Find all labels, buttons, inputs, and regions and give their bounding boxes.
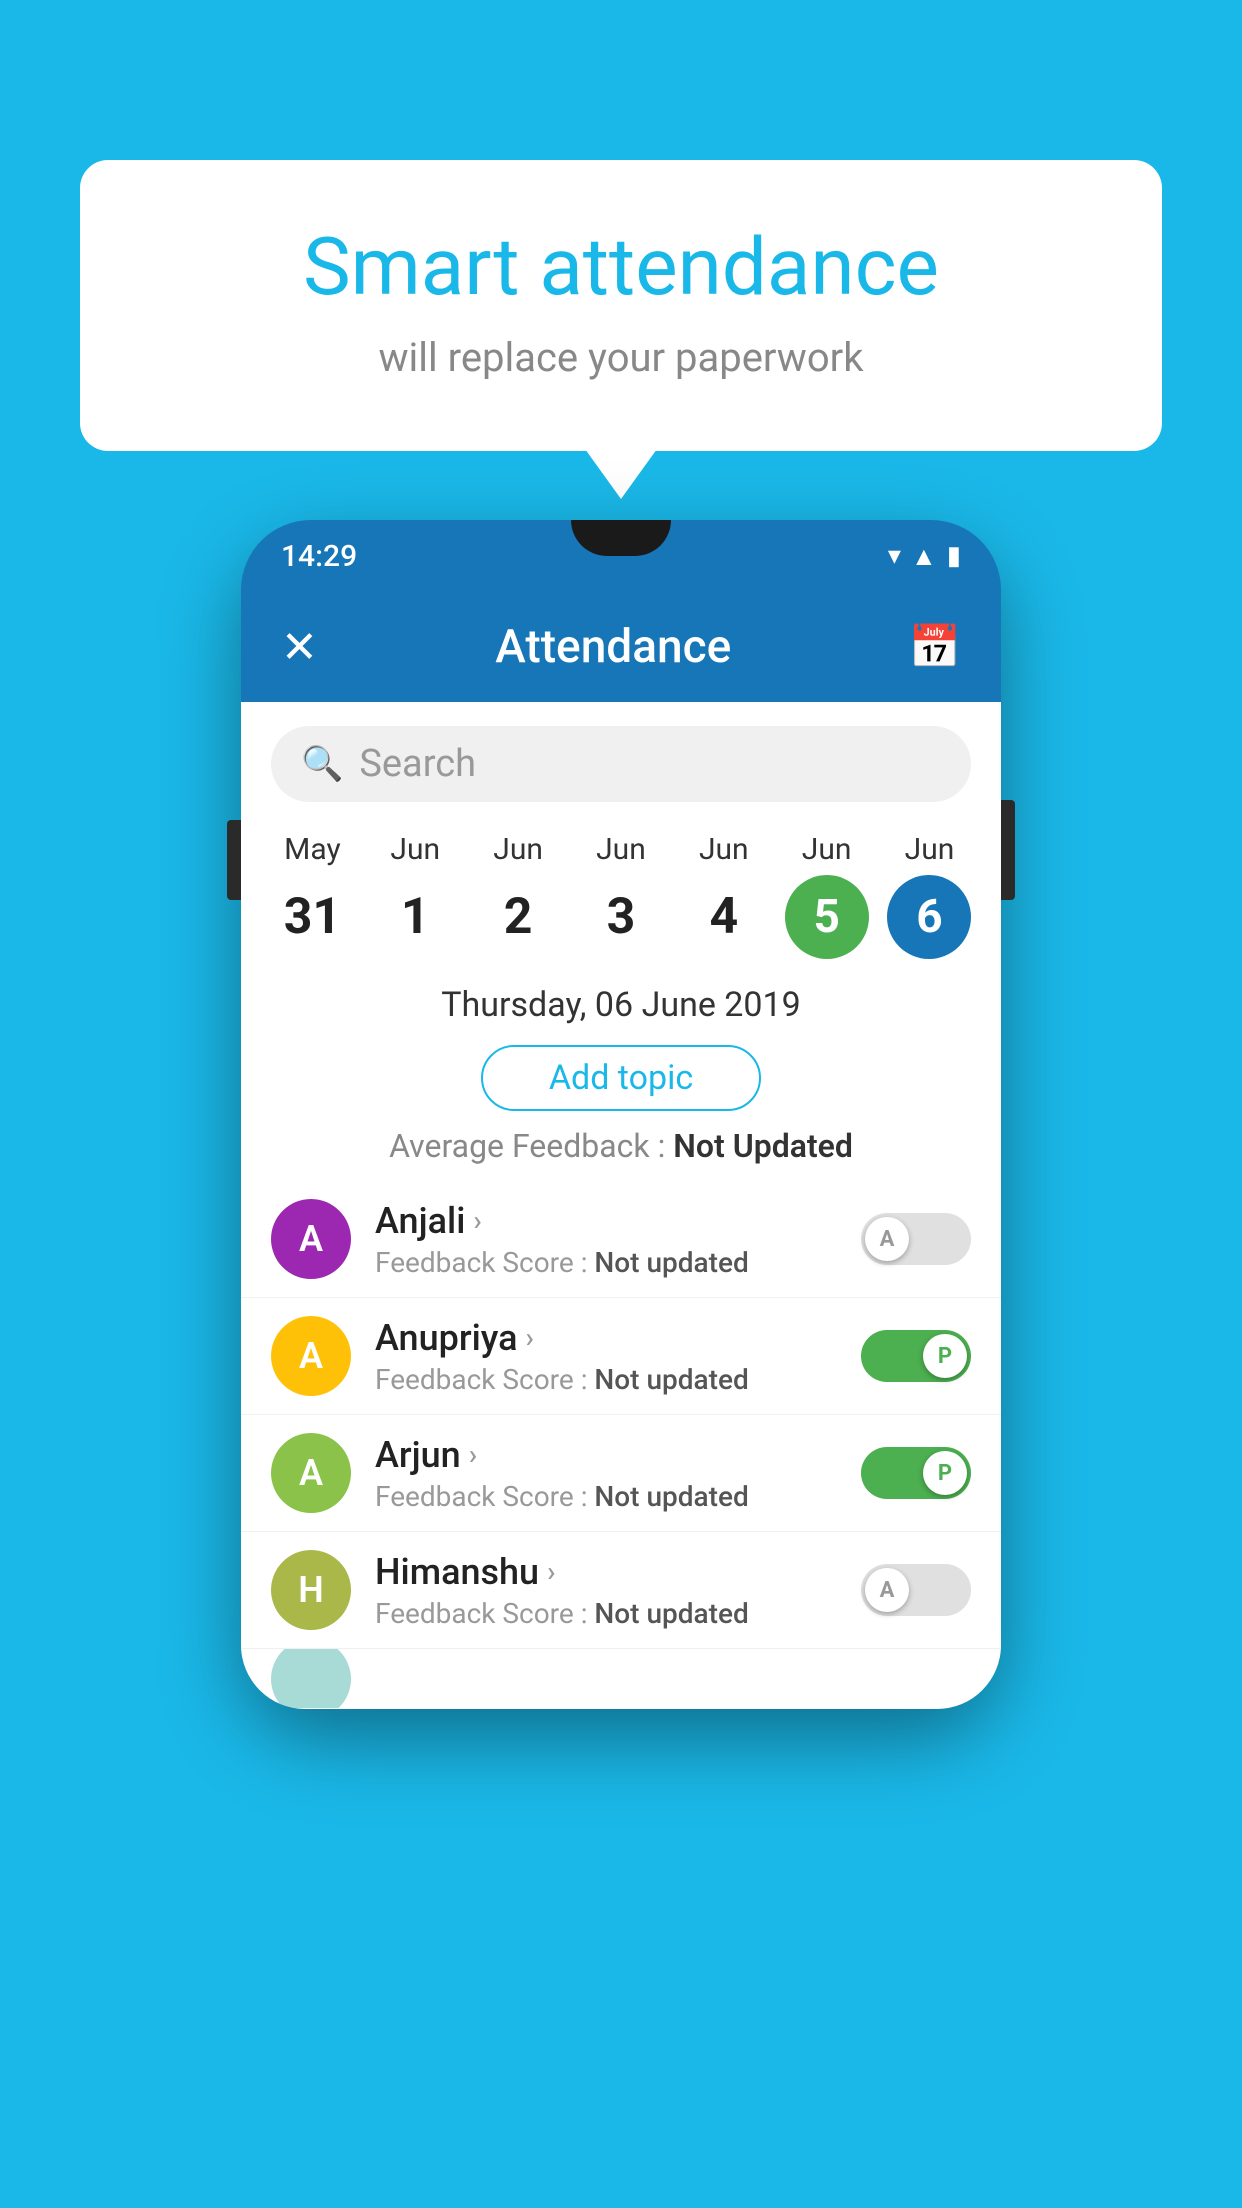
cal-day-5[interactable]: Jun 5 — [785, 832, 869, 959]
toggle-arjun[interactable]: P — [861, 1447, 971, 1499]
speech-bubble-title: Smart attendance — [160, 220, 1082, 314]
student-info-arjun: Arjun › Feedback Score : Not updated — [375, 1434, 837, 1513]
student-name-anupriya: Anupriya › — [375, 1317, 837, 1359]
cal-date-6: 6 — [887, 875, 971, 959]
cal-month-3: Jun — [596, 832, 646, 867]
toggle-knob-anupriya: P — [923, 1334, 967, 1378]
app-header: ✕ Attendance 📅 — [241, 592, 1001, 702]
cal-date-2: 2 — [476, 875, 560, 959]
header-title: Attendance — [495, 620, 731, 674]
calendar-icon[interactable]: 📅 — [909, 623, 961, 672]
cal-month-5: Jun — [802, 832, 852, 867]
status-time: 14:29 — [281, 539, 357, 574]
cal-month-0: May — [284, 832, 340, 867]
cal-month-4: Jun — [699, 832, 749, 867]
student-item-arjun[interactable]: A Arjun › Feedback Score : Not updated P — [241, 1415, 1001, 1532]
speech-bubble-container: Smart attendance will replace your paper… — [80, 160, 1162, 451]
cal-date-5: 5 — [785, 875, 869, 959]
phone-frame: 14:29 ▾ ▲ ▮ ✕ Attendance 📅 🔍 Search Ma — [241, 520, 1001, 1709]
toggle-switch-anjali[interactable]: A — [861, 1213, 971, 1265]
toggle-switch-arjun[interactable]: P — [861, 1447, 971, 1499]
feedback-himanshu: Feedback Score : Not updated — [375, 1597, 837, 1630]
toggle-himanshu[interactable]: A — [861, 1564, 971, 1616]
student-info-himanshu: Himanshu › Feedback Score : Not updated — [375, 1551, 837, 1630]
student-item-partial — [241, 1649, 1001, 1709]
toggle-anjali[interactable]: A — [861, 1213, 971, 1265]
avg-feedback-label: Average Feedback : — [389, 1127, 673, 1165]
avg-feedback-value: Not Updated — [673, 1127, 853, 1165]
cal-date-4: 4 — [682, 875, 766, 959]
feedback-anupriya: Feedback Score : Not updated — [375, 1363, 837, 1396]
toggle-switch-himanshu[interactable]: A — [861, 1564, 971, 1616]
student-name-himanshu: Himanshu › — [375, 1551, 837, 1593]
status-bar: 14:29 ▾ ▲ ▮ — [241, 520, 1001, 592]
cal-day-6[interactable]: Jun 6 — [887, 832, 971, 959]
cal-date-3: 3 — [579, 875, 663, 959]
avatar-himanshu: H — [271, 1550, 351, 1630]
power-button — [1001, 800, 1015, 900]
cal-day-1[interactable]: Jun 1 — [373, 832, 457, 959]
feedback-arjun: Feedback Score : Not updated — [375, 1480, 837, 1513]
student-name-arjun: Arjun › — [375, 1434, 837, 1476]
student-list: A Anjali › Feedback Score : Not updated … — [241, 1181, 1001, 1709]
app-content: 🔍 Search May 31 Jun 1 Jun 2 Jun — [241, 702, 1001, 1709]
speech-bubble-subtitle: will replace your paperwork — [160, 334, 1082, 381]
cal-day-3[interactable]: Jun 3 — [579, 832, 663, 959]
toggle-anupriya[interactable]: P — [861, 1330, 971, 1382]
chevron-icon-anjali: › — [473, 1204, 481, 1237]
calendar-row: May 31 Jun 1 Jun 2 Jun 3 Jun 4 — [241, 812, 1001, 969]
avatar-arjun: A — [271, 1433, 351, 1513]
cal-month-6: Jun — [905, 832, 955, 867]
student-name-anjali: Anjali › — [375, 1200, 837, 1242]
student-item-anjali[interactable]: A Anjali › Feedback Score : Not updated … — [241, 1181, 1001, 1298]
speech-bubble: Smart attendance will replace your paper… — [80, 160, 1162, 451]
status-icons: ▾ ▲ ▮ — [888, 541, 961, 572]
cal-day-2[interactable]: Jun 2 — [476, 832, 560, 959]
add-topic-label: Add topic — [549, 1058, 693, 1098]
toggle-knob-himanshu: A — [865, 1568, 909, 1612]
battery-icon: ▮ — [947, 541, 961, 571]
chevron-icon-arjun: › — [469, 1438, 477, 1471]
student-item-anupriya[interactable]: A Anupriya › Feedback Score : Not update… — [241, 1298, 1001, 1415]
chevron-icon-anupriya: › — [526, 1321, 534, 1354]
avatar-anupriya: A — [271, 1316, 351, 1396]
cal-day-4[interactable]: Jun 4 — [682, 832, 766, 959]
avatar-partial — [271, 1649, 351, 1709]
toggle-switch-anupriya[interactable]: P — [861, 1330, 971, 1382]
phone-wrapper: 14:29 ▾ ▲ ▮ ✕ Attendance 📅 🔍 Search Ma — [241, 520, 1001, 1709]
search-icon: 🔍 — [301, 744, 343, 784]
cal-date-1: 1 — [373, 875, 457, 959]
student-info-anjali: Anjali › Feedback Score : Not updated — [375, 1200, 837, 1279]
close-icon[interactable]: ✕ — [281, 621, 318, 673]
volume-button — [227, 820, 241, 900]
search-bar[interactable]: 🔍 Search — [271, 726, 971, 802]
cal-month-1: Jun — [390, 832, 440, 867]
toggle-knob-arjun: P — [923, 1451, 967, 1495]
toggle-knob-anjali: A — [865, 1217, 909, 1261]
cal-date-0: 31 — [270, 875, 354, 959]
search-placeholder: Search — [359, 742, 476, 786]
student-item-himanshu[interactable]: H Himanshu › Feedback Score : Not update… — [241, 1532, 1001, 1649]
cal-day-0[interactable]: May 31 — [270, 832, 354, 959]
avatar-anjali: A — [271, 1199, 351, 1279]
chevron-icon-himanshu: › — [547, 1555, 555, 1588]
notch — [571, 520, 671, 556]
feedback-anjali: Feedback Score : Not updated — [375, 1246, 837, 1279]
avg-feedback: Average Feedback : Not Updated — [241, 1127, 1001, 1165]
wifi-icon: ▾ — [888, 541, 901, 571]
student-info-anupriya: Anupriya › Feedback Score : Not updated — [375, 1317, 837, 1396]
selected-date: Thursday, 06 June 2019 — [241, 969, 1001, 1035]
signal-icon: ▲ — [911, 541, 937, 572]
cal-month-2: Jun — [493, 832, 543, 867]
add-topic-button[interactable]: Add topic — [481, 1045, 761, 1111]
